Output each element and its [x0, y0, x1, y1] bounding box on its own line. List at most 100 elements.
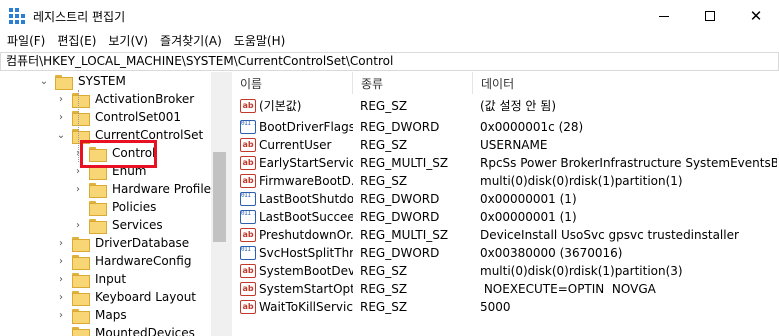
- value-row[interactable]: ab CurrentUser REG_SZ USERNAME: [232, 136, 779, 154]
- chevron-right-icon[interactable]: ›: [55, 274, 67, 285]
- value-name: WaitToKillServic...: [259, 300, 353, 314]
- binary-value-icon: 011 110: [240, 210, 256, 224]
- tree-scrollbar-thumb[interactable]: [213, 152, 226, 242]
- value-row[interactable]: abSystemStartOpti... REG_SZ NOEXECUTE=OP…: [232, 280, 779, 298]
- value-name: LastBootShutdo...: [259, 192, 353, 206]
- value-type: REG_SZ: [360, 99, 408, 113]
- chevron-right-icon[interactable]: ›: [55, 292, 67, 303]
- tree-node-controlset001[interactable]: › ControlSet001: [55, 108, 181, 126]
- value-name: PreshutdownOr...: [259, 228, 353, 242]
- chevron-right-icon[interactable]: ›: [55, 256, 67, 267]
- tree-scrollbar[interactable]: [211, 72, 228, 336]
- value-name: SvcHostSplitThr...: [259, 246, 353, 260]
- value-row[interactable]: 011 110SvcHostSplitThr... REG_DWORD 0x00…: [232, 244, 779, 262]
- tree-node-system[interactable]: ⌄ SYSTEM: [38, 72, 126, 90]
- chevron-down-icon[interactable]: ⌄: [38, 76, 50, 87]
- folder-icon: [72, 236, 90, 252]
- tree-node-mounteddevices[interactable]: MountedDevices: [55, 324, 195, 336]
- column-header-type[interactable]: 종류: [353, 72, 473, 94]
- value-data: multi(0)disk(0)rdisk(1)partition(3): [480, 264, 683, 278]
- chevron-down-icon[interactable]: ⌄: [55, 130, 67, 141]
- tree-node-label: Maps: [95, 308, 127, 322]
- registry-tree: ⌄ SYSTEM › ActivationBroker › ControlSet…: [0, 72, 228, 336]
- string-value-icon: ab: [240, 138, 256, 152]
- tree-node-services[interactable]: › Services: [72, 216, 163, 234]
- tree-node-label: Hardware Profiles: [112, 182, 218, 196]
- tree-node-driverdatabase[interactable]: › DriverDatabase: [55, 234, 189, 252]
- folder-icon: [72, 92, 90, 108]
- tree-node-keyboard-layout[interactable]: › Keyboard Layout: [55, 288, 196, 306]
- column-header-name[interactable]: 이름: [232, 72, 353, 94]
- maximize-button[interactable]: [687, 0, 733, 32]
- chevron-right-icon[interactable]: ›: [55, 310, 67, 321]
- chevron-right-icon[interactable]: ›: [72, 184, 84, 195]
- binary-value-icon: 011 110: [240, 120, 256, 134]
- value-data: 5000: [480, 300, 511, 314]
- tree-node-label: ControlSet001: [95, 110, 181, 124]
- values-pane: 이름 종류 데이터 ab (기본값) REG_SZ (값 설정 안 됨) 011 …: [232, 72, 779, 336]
- folder-icon: [89, 200, 107, 216]
- menu-favorites[interactable]: 즐겨찾기(A): [154, 32, 228, 52]
- folder-icon: [72, 326, 90, 336]
- close-button[interactable]: ✕: [733, 0, 779, 32]
- column-header-data[interactable]: 데이터: [473, 72, 779, 94]
- menu-help[interactable]: 도움말(H): [228, 32, 292, 52]
- value-name: LastBootSuccee...: [259, 210, 353, 224]
- value-type: REG_MULTI_SZ: [360, 156, 449, 170]
- tree-node-label: Input: [95, 272, 127, 286]
- tree-node-hardwareconfig[interactable]: › HardwareConfig: [55, 252, 191, 270]
- menu-edit[interactable]: 편집(E): [51, 32, 102, 52]
- tree-node-label: Policies: [112, 200, 157, 214]
- value-data: 0x00000001 (1): [480, 210, 577, 224]
- folder-icon: [72, 110, 90, 126]
- folder-icon: [89, 218, 107, 234]
- tree-node-input[interactable]: › Input: [55, 270, 126, 288]
- value-row[interactable]: abEarlyStartServices REG_MULTI_SZ RpcSs …: [232, 154, 779, 172]
- maximize-icon: [705, 11, 715, 21]
- value-type: REG_SZ: [360, 174, 408, 188]
- value-data: 0x00380000 (3670016): [480, 246, 623, 260]
- tree-node-label: Services: [112, 218, 163, 232]
- chevron-right-icon[interactable]: ›: [55, 112, 67, 123]
- menu-file[interactable]: 파일(F): [0, 32, 51, 52]
- value-data: DeviceInstall UsoSvc gpsvc trustedinstal…: [480, 228, 739, 242]
- string-value-icon: ab: [240, 174, 256, 188]
- tree-node-activationbroker[interactable]: › ActivationBroker: [55, 90, 194, 108]
- menu-view[interactable]: 보기(V): [102, 32, 154, 52]
- value-row[interactable]: ab (기본값) REG_SZ (값 설정 안 됨): [232, 97, 779, 115]
- string-value-icon: ab: [240, 156, 256, 170]
- folder-icon: [72, 290, 90, 306]
- value-type: REG_SZ: [360, 282, 408, 296]
- value-data: 0x0000001c (28): [480, 120, 584, 134]
- value-row[interactable]: abWaitToKillServic... REG_SZ 5000: [232, 298, 779, 316]
- value-row[interactable]: 011 110BootDriverFlags REG_DWORD 0x00000…: [232, 118, 779, 136]
- chevron-right-icon[interactable]: ›: [55, 94, 67, 105]
- tree-node-label: ActivationBroker: [95, 92, 195, 106]
- value-type: REG_SZ: [360, 300, 408, 314]
- minimize-button[interactable]: [641, 0, 687, 32]
- value-row[interactable]: ab PreshutdownOr... REG_MULTI_SZ DeviceIn…: [232, 226, 779, 244]
- value-row[interactable]: abSystemBootDev... REG_SZ multi(0)disk(0…: [232, 262, 779, 280]
- address-bar[interactable]: 컴퓨터\HKEY_LOCAL_MACHINE\SYSTEM\CurrentCon…: [0, 52, 779, 71]
- value-row[interactable]: 011 110LastBootShutdo... REG_DWORD 0x000…: [232, 190, 779, 208]
- tree-node-label: HardwareConfig: [95, 254, 192, 268]
- value-name: CurrentUser: [259, 138, 332, 152]
- folder-icon: [72, 254, 90, 270]
- value-type: REG_DWORD: [360, 120, 440, 134]
- value-name: SystemBootDev...: [259, 264, 353, 278]
- chevron-right-icon[interactable]: ›: [55, 238, 67, 249]
- folder-icon: [89, 182, 107, 198]
- tree-node-hardware-profiles[interactable]: › Hardware Profiles: [72, 180, 217, 198]
- tree-node-maps[interactable]: › Maps: [55, 306, 127, 324]
- binary-value-icon: 011 110: [240, 246, 256, 260]
- value-data: RpcSs Power BrokerInfrastructure SystemE…: [480, 156, 777, 170]
- string-value-icon: ab: [240, 99, 256, 113]
- chevron-right-icon[interactable]: ›: [72, 220, 84, 231]
- value-row[interactable]: 011 110LastBootSuccee... REG_DWORD 0x000…: [232, 208, 779, 226]
- value-data: USERNAME: [480, 138, 548, 152]
- tree-node-label: Keyboard Layout: [95, 290, 197, 304]
- value-row[interactable]: ab FirmwareBootD... REG_SZ multi(0)disk(0…: [232, 172, 779, 190]
- value-data: (값 설정 안 됨): [480, 99, 557, 113]
- tree-node-policies[interactable]: Policies: [72, 198, 156, 216]
- folder-icon: [55, 74, 73, 90]
